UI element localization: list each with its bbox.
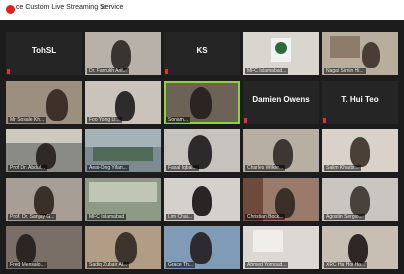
- participant-tile-huiteo[interactable]: T. Hui Teo: [322, 81, 398, 124]
- participant-label: Christian Bock...: [245, 214, 286, 220]
- mic-muted-icon: [244, 118, 247, 123]
- participant-label: Sadiq Zubair Al...: [87, 262, 130, 268]
- participant-label: Fasal Iqbal...: [166, 165, 199, 171]
- participant-tile-christian[interactable]: Christian Bock...: [243, 178, 319, 221]
- participant-tile-zubair[interactable]: Sadiq Zubair Al...: [85, 226, 161, 269]
- video-grid: TohSL Dr. Farrukh Arif... KS MFC Islamab…: [6, 32, 400, 270]
- recording-icon: [6, 5, 15, 14]
- participant-label: Prof. Dr. Sanjay G...: [8, 214, 57, 220]
- participant-video: [188, 135, 212, 169]
- participant-tile-agostin[interactable]: Agostin Sergio...: [322, 178, 398, 221]
- participant-tile-aeai[interactable]: Aeai-Ong Yifan...: [85, 129, 161, 172]
- participant-label: Mr Sosale Kh...: [8, 117, 47, 123]
- participant-name-display: Damien Owens: [252, 95, 310, 104]
- window-title: ce Custom Live Streaming Service: [16, 4, 124, 11]
- participant-tile-tohsl[interactable]: TohSL: [6, 32, 82, 75]
- participant-tile-ks[interactable]: KS: [164, 32, 240, 75]
- participant-video: [16, 234, 36, 264]
- window-titlebar: ce Custom Live Streaming Service ✕: [0, 0, 404, 20]
- participant-tile-hehe[interactable]: XRC Ha Hoi Ho...: [322, 226, 398, 269]
- participant-video: [190, 232, 212, 264]
- mic-muted-icon: [7, 69, 10, 74]
- participant-tile-charles[interactable]: Charles Wilkie...: [243, 129, 319, 172]
- participant-tile-sanjay[interactable]: Prof. Dr. Sanjay G...: [6, 178, 82, 221]
- participant-label: Lim Chai...: [166, 214, 194, 220]
- participant-video: [34, 186, 54, 216]
- emblem-icon: [271, 38, 291, 62]
- participant-label: Sonam...: [166, 117, 191, 123]
- participant-tile-active-speaker[interactable]: Sonam...: [164, 81, 240, 124]
- participant-label: Aeai-Ong Yifan...: [87, 165, 129, 171]
- participant-label: Ahmed Yomoud...: [245, 262, 289, 268]
- participant-label: Agostin Sergio...: [324, 214, 365, 220]
- participant-video: [46, 89, 68, 121]
- participant-name-display: KS: [196, 46, 208, 55]
- participant-label: Grace Th...: [166, 262, 195, 268]
- participant-video: [350, 186, 370, 216]
- participant-label: Fred Mensalo...: [8, 262, 47, 268]
- participant-tile-lim[interactable]: Lim Chai...: [164, 178, 240, 221]
- participant-tile-damien[interactable]: Damien Owens: [243, 81, 319, 124]
- participant-video: [115, 232, 137, 264]
- participant-name-display: TohSL: [31, 46, 57, 55]
- participant-tile-morsal[interactable]: Fred Mensalo...: [6, 226, 82, 269]
- participant-tile-ahmed[interactable]: Ahmed Yomoud...: [243, 226, 319, 269]
- participant-tile-islamabad[interactable]: MFC Islamabad: [85, 178, 161, 221]
- close-icon[interactable]: ✕: [100, 3, 107, 12]
- participant-label: XRC Ha Hoi Ho...: [324, 262, 368, 268]
- participant-tile-salim[interactable]: Salim Kharbi...: [322, 129, 398, 172]
- participant-tile-grace[interactable]: Grace Th...: [164, 226, 240, 269]
- participant-label: MFC Islamabad...: [245, 68, 289, 74]
- participant-tile-nagai[interactable]: Nagai Sirnin Hi...: [322, 32, 398, 75]
- participant-tile-iqbal[interactable]: Fasal Iqbal...: [164, 129, 240, 172]
- participant-video: [192, 186, 212, 216]
- participant-tile-foo[interactable]: Foo Yong Li...: [85, 81, 161, 124]
- participant-video: [348, 234, 368, 264]
- mic-muted-icon: [323, 118, 326, 123]
- participant-video: [350, 137, 370, 167]
- participant-label: Salim Kharbi...: [324, 165, 361, 171]
- participant-video: [111, 40, 131, 70]
- participant-label: Charles Wilkie...: [245, 165, 286, 171]
- participant-tile-mfa[interactable]: MFC Islamabad...: [243, 32, 319, 75]
- participant-label: Nagai Sirnin Hi...: [324, 68, 366, 74]
- participant-label: Prof Dr. Abdul...: [8, 165, 48, 171]
- mic-muted-icon: [165, 69, 168, 74]
- participant-label: MFC Islamabad: [87, 214, 127, 220]
- participant-tile-sosale[interactable]: Mr Sosale Kh...: [6, 81, 82, 124]
- participant-tile-farrukh[interactable]: Dr. Farrukh Arif...: [85, 32, 161, 75]
- participant-name-display: T. Hui Teo: [341, 95, 379, 104]
- participant-label: Dr. Farrukh Arif...: [87, 68, 129, 74]
- participant-video: [190, 87, 212, 119]
- participant-video: [362, 42, 380, 68]
- participant-label: Foo Yong Li...: [87, 117, 122, 123]
- participant-tile-abdul[interactable]: Prof Dr. Abdul...: [6, 129, 82, 172]
